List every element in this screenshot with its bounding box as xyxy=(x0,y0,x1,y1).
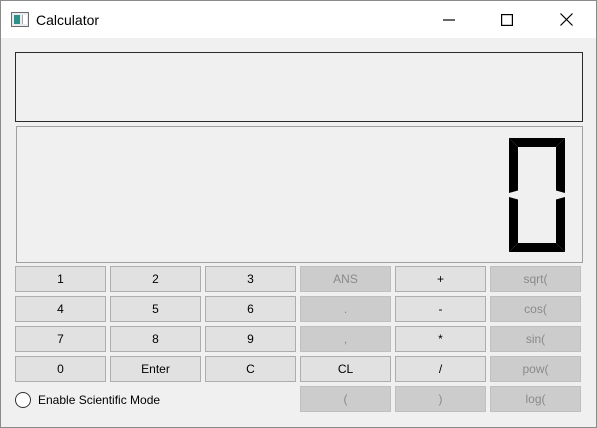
close-icon xyxy=(559,13,573,26)
key-enter[interactable]: Enter xyxy=(110,356,201,382)
key-3[interactable]: 3 xyxy=(205,266,296,292)
close-button[interactable] xyxy=(537,1,595,38)
key-1[interactable]: 1 xyxy=(15,266,106,292)
key-4[interactable]: 4 xyxy=(15,296,106,322)
key-6[interactable]: 6 xyxy=(205,296,296,322)
calculator-window: Calculator 1 2 3 ANS + sqrt( 4 5 6 . - c… xyxy=(0,0,597,428)
minimize-button[interactable] xyxy=(420,1,478,38)
scientific-mode-toggle[interactable]: Enable Scientific Mode xyxy=(15,391,160,409)
history-display xyxy=(15,52,583,122)
maximize-icon xyxy=(501,13,513,26)
key-sqrt[interactable]: sqrt( xyxy=(490,266,581,292)
key-0[interactable]: 0 xyxy=(15,356,106,382)
key-clear[interactable]: C xyxy=(205,356,296,382)
key-divide[interactable]: / xyxy=(395,356,486,382)
key-minus[interactable]: - xyxy=(395,296,486,322)
lcd-segment-e xyxy=(509,197,518,252)
lcd-segment-c xyxy=(556,197,565,252)
key-right-paren[interactable]: ) xyxy=(395,386,486,412)
key-log[interactable]: log( xyxy=(490,386,581,412)
calculator-app-icon xyxy=(11,12,29,27)
key-7[interactable]: 7 xyxy=(15,326,106,352)
key-decimal-point[interactable]: . xyxy=(300,296,391,322)
lcd-segment-d xyxy=(509,243,565,252)
scientific-mode-label: Enable Scientific Mode xyxy=(38,393,161,407)
maximize-button[interactable] xyxy=(478,1,536,38)
key-comma[interactable]: , xyxy=(300,326,391,352)
key-cos[interactable]: cos( xyxy=(490,296,581,322)
key-multiply[interactable]: * xyxy=(395,326,486,352)
lcd-display xyxy=(16,126,583,263)
lcd-segment-f xyxy=(509,138,518,193)
key-2[interactable]: 2 xyxy=(110,266,201,292)
lcd-segment-a xyxy=(509,138,565,147)
key-clear-line[interactable]: CL xyxy=(300,356,391,382)
key-sin[interactable]: sin( xyxy=(490,326,581,352)
key-pow[interactable]: pow( xyxy=(490,356,581,382)
key-ans[interactable]: ANS xyxy=(300,266,391,292)
title-bar[interactable]: Calculator xyxy=(1,1,596,38)
key-9[interactable]: 9 xyxy=(205,326,296,352)
key-5[interactable]: 5 xyxy=(110,296,201,322)
key-left-paren[interactable]: ( xyxy=(300,386,391,412)
minimize-icon xyxy=(443,18,455,21)
key-plus[interactable]: + xyxy=(395,266,486,292)
lcd-segment-b xyxy=(556,138,565,193)
key-8[interactable]: 8 xyxy=(110,326,201,352)
window-title: Calculator xyxy=(36,12,100,28)
scientific-mode-radio[interactable] xyxy=(15,392,31,408)
lcd-digits xyxy=(509,138,565,252)
